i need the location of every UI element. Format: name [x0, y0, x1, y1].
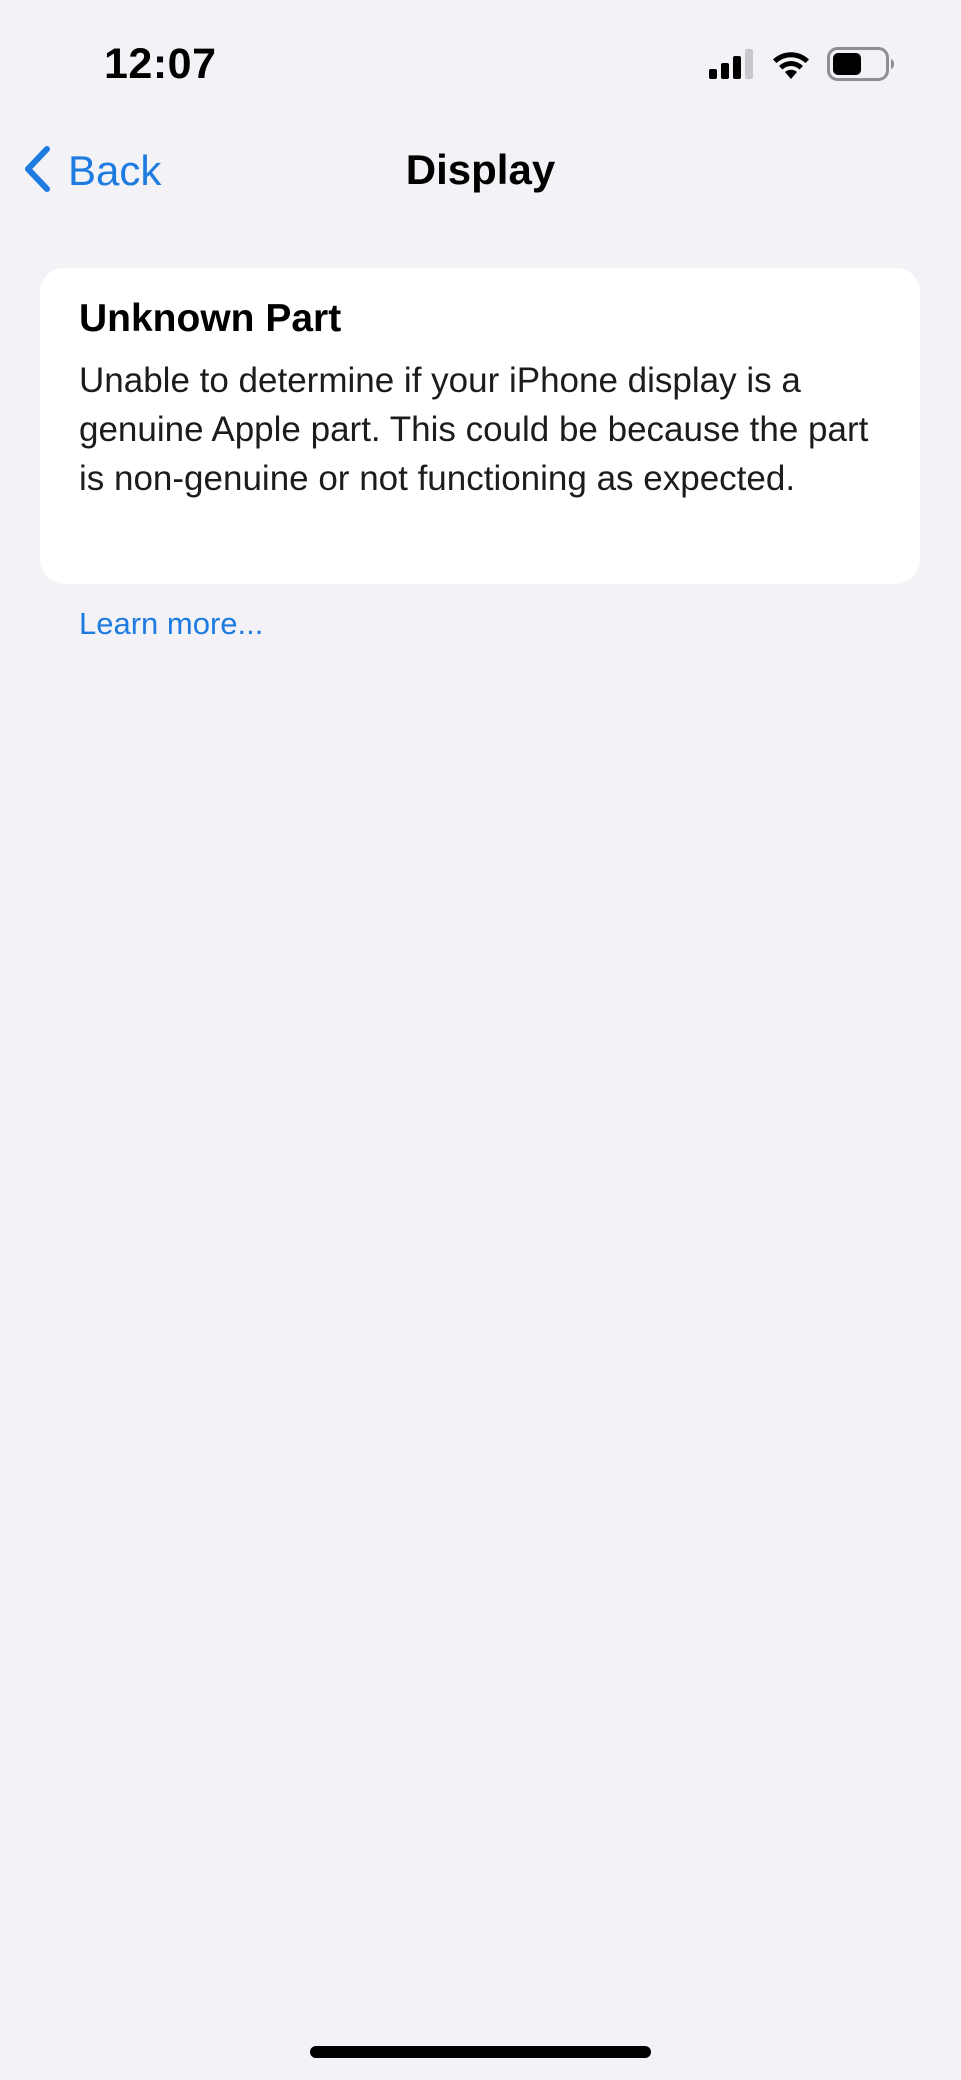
signal-icon	[709, 49, 755, 79]
status-time: 12:07	[104, 40, 217, 88]
learn-more-link[interactable]: Learn more...	[79, 602, 263, 646]
card-description: Unable to determine if your iPhone displ…	[79, 361, 869, 498]
page-title: Display	[405, 146, 556, 193]
battery-icon	[827, 47, 895, 81]
home-indicator[interactable]	[310, 2046, 651, 2058]
card-title: Unknown Part	[79, 297, 342, 340]
status-icons	[709, 44, 895, 84]
unknown-part-card: Unknown Part Unable to determine if your…	[40, 268, 920, 584]
wifi-icon	[771, 49, 811, 79]
settings-display-screen: 12:07 Back Display Unknown Part Unable t…	[0, 0, 961, 2080]
